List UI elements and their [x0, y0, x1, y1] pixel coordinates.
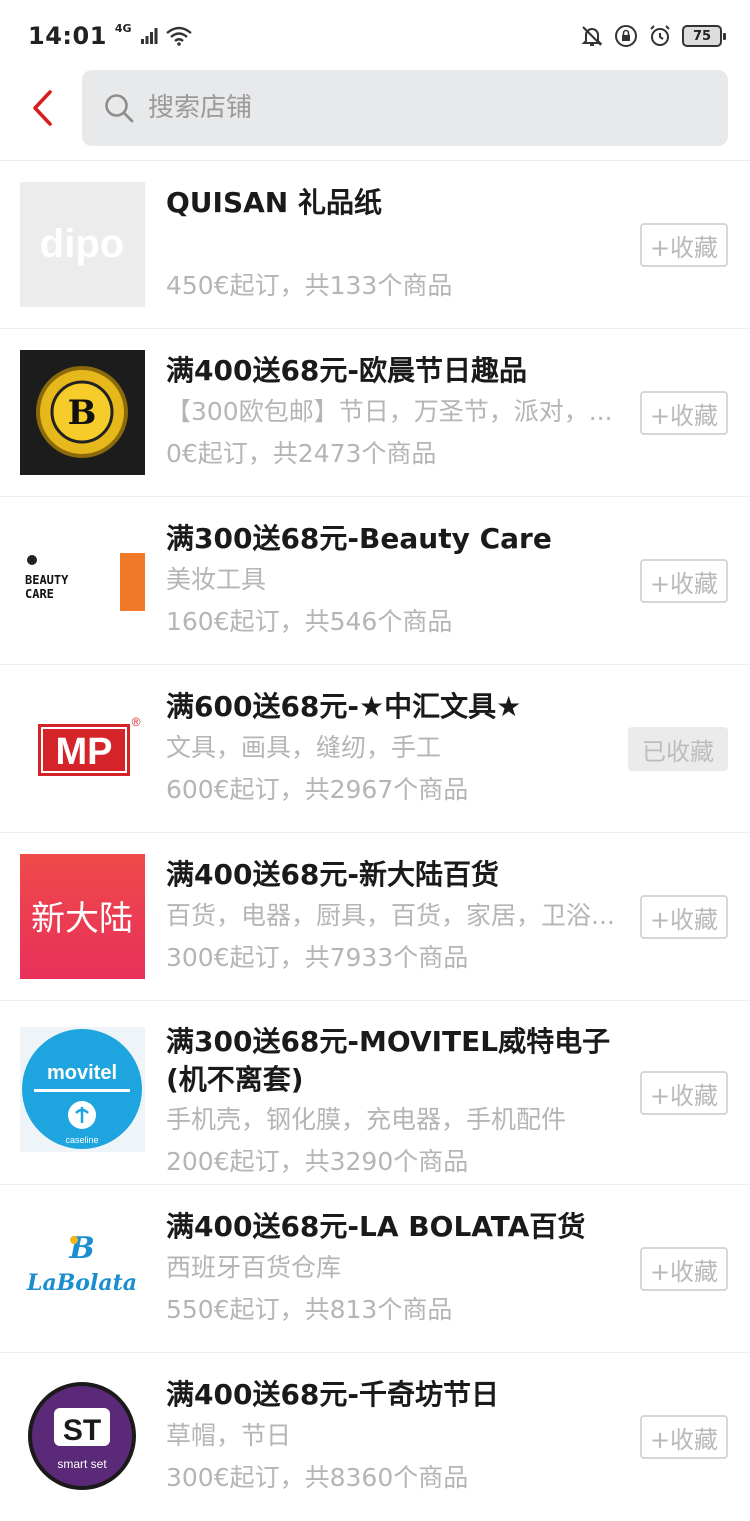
- shop-info: 满600送68元-★中汇文具★ 文具，画具，缝纫，手工 600€起订，共2967…: [166, 687, 626, 811]
- status-bar: 14:01 4G 75: [0, 0, 750, 72]
- svg-text:LaBolata: LaBolata: [26, 1270, 137, 1296]
- search-icon: [104, 93, 134, 123]
- status-left: 14:01 4G: [28, 22, 192, 50]
- ouchen-logo: B: [20, 350, 145, 475]
- shop-list: dipo QUISAN 礼品纸 450€起订，共133个商品 +收藏 B 满40…: [0, 161, 750, 1521]
- shop-row[interactable]: MP ® 满600送68元-★中汇文具★ 文具，画具，缝纫，手工 600€起订，…: [0, 665, 750, 833]
- shop-logo: B LaBolata: [20, 1206, 145, 1331]
- shop-row[interactable]: dipo QUISAN 礼品纸 450€起订，共133个商品 +收藏: [0, 161, 750, 329]
- signal-icon: [140, 27, 158, 45]
- svg-text:caseline: caseline: [65, 1135, 98, 1145]
- network-type: 4G: [114, 21, 132, 35]
- shop-logo: 新大陆: [20, 854, 145, 979]
- shop-info: 满400送68元-新大陆百货 百货，电器，厨具，百货，家居，卫浴... 300€…: [166, 855, 626, 979]
- favorited-button[interactable]: 已收藏: [628, 727, 728, 771]
- search-input[interactable]: [146, 92, 670, 124]
- svg-text:MP: MP: [56, 731, 113, 773]
- shop-info: QUISAN 礼品纸 450€起订，共133个商品: [166, 183, 626, 307]
- mp-logo: MP ®: [20, 686, 145, 811]
- shop-meta: 0€起订，共2473个商品: [166, 439, 437, 468]
- alarm-icon: [648, 24, 672, 48]
- search-box[interactable]: [82, 70, 728, 146]
- svg-text:ST: ST: [63, 1414, 101, 1447]
- battery-indicator: 75: [682, 25, 726, 47]
- svg-text:movitel: movitel: [47, 1062, 117, 1084]
- svg-text:新大陆: 新大陆: [31, 899, 133, 939]
- shop-meta: 160€起订，共546个商品: [166, 607, 453, 636]
- shop-logo: BEAUTY CARE: [20, 518, 145, 643]
- shop-info: 满300送68元-MOVITEL威特电子(机不离套) 手机壳，钢化膜，充电器，手…: [166, 1023, 626, 1183]
- favorite-button[interactable]: +收藏: [640, 223, 728, 267]
- favorite-button[interactable]: +收藏: [640, 1415, 728, 1459]
- header: [0, 70, 750, 160]
- svg-text:B: B: [68, 393, 97, 433]
- shop-info: 满400送68元-千奇坊节日 草帽，节日 300€起订，共8360个商品: [166, 1375, 626, 1499]
- shop-desc: 美妆工具: [166, 565, 267, 594]
- shop-meta: 600€起订，共2967个商品: [166, 775, 469, 804]
- shop-logo: movitel caseline: [20, 1027, 145, 1152]
- beauty-care-logo: BEAUTY CARE: [20, 518, 145, 643]
- smart-set-logo: ST smart set: [20, 1374, 145, 1499]
- shop-logo: MP ®: [20, 686, 145, 811]
- shop-name: 满400送68元-欧晨节日趣品: [166, 354, 528, 387]
- shop-name: 满300送68元-MOVITEL威特电子(机不离套): [166, 1025, 611, 1096]
- shop-name: 满600送68元-★中汇文具★: [166, 690, 522, 723]
- shop-logo: dipo: [20, 182, 145, 307]
- shop-meta: 450€起订，共133个商品: [166, 271, 453, 300]
- shop-name: 满400送68元-千奇坊节日: [166, 1378, 500, 1411]
- shop-row[interactable]: 新大陆 满400送68元-新大陆百货 百货，电器，厨具，百货，家居，卫浴... …: [0, 833, 750, 1001]
- svg-text:dipo: dipo: [40, 222, 124, 266]
- shop-desc: 草帽，节日: [166, 1421, 292, 1450]
- xindalu-logo: 新大陆: [20, 854, 145, 979]
- status-right: 75: [580, 24, 726, 48]
- shop-meta: 300€起订，共8360个商品: [166, 1463, 469, 1492]
- labolata-logo: B LaBolata: [20, 1206, 145, 1331]
- shop-meta: 550€起订，共813个商品: [166, 1295, 453, 1324]
- movitel-logo: movitel caseline: [20, 1027, 145, 1152]
- favorite-button[interactable]: +收藏: [640, 391, 728, 435]
- shop-row[interactable]: B 满400送68元-欧晨节日趣品 【300欧包邮】节日，万圣节，派对，... …: [0, 329, 750, 497]
- shop-logo: ST smart set: [20, 1374, 145, 1499]
- shop-row[interactable]: ST smart set 满400送68元-千奇坊节日 草帽，节日 300€起订…: [0, 1353, 750, 1521]
- shop-meta: 200€起订，共3290个商品: [166, 1147, 469, 1176]
- shop-info: 满300送68元-Beauty Care 美妆工具 160€起订，共546个商品: [166, 519, 626, 643]
- shop-desc: 文具，画具，缝纫，手工: [166, 733, 442, 762]
- dipo-logo: dipo: [20, 182, 145, 307]
- bell-mute-icon: [580, 24, 604, 48]
- shop-meta: 300€起订，共7933个商品: [166, 943, 469, 972]
- status-time: 14:01: [28, 22, 107, 50]
- svg-text:smart set: smart set: [57, 1457, 107, 1471]
- favorite-button[interactable]: +收藏: [640, 559, 728, 603]
- wifi-icon: [165, 26, 192, 46]
- shop-name: 满400送68元-新大陆百货: [166, 858, 500, 891]
- shop-info: 满400送68元-LA BOLATA百货 西班牙百货仓库 550€起订，共813…: [166, 1207, 626, 1331]
- shop-desc: 百货，电器，厨具，百货，家居，卫浴...: [166, 901, 615, 930]
- svg-text:B: B: [68, 1231, 94, 1266]
- shop-name: 满400送68元-LA BOLATA百货: [166, 1210, 586, 1243]
- shop-name: QUISAN 礼品纸: [166, 186, 382, 219]
- shop-desc: [166, 223, 628, 265]
- favorite-button[interactable]: +收藏: [640, 1247, 728, 1291]
- shop-desc: 【300欧包邮】节日，万圣节，派对，...: [166, 397, 613, 426]
- favorite-button[interactable]: +收藏: [640, 895, 728, 939]
- back-button[interactable]: [22, 84, 62, 132]
- shop-logo: B: [20, 350, 145, 475]
- svg-text:®: ®: [132, 715, 141, 729]
- shop-row[interactable]: movitel caseline 满300送68元-MOVITEL威特电子(机不…: [0, 1001, 750, 1185]
- chevron-left-icon: [29, 88, 55, 128]
- shop-name: 满300送68元-Beauty Care: [166, 522, 552, 555]
- lock-rotation-icon: [614, 24, 638, 48]
- shop-desc: 西班牙百货仓库: [166, 1253, 342, 1282]
- shop-desc: 手机壳，钢化膜，充电器，手机配件: [166, 1105, 567, 1134]
- shop-row[interactable]: BEAUTY CARE 满300送68元-Beauty Care 美妆工具 16…: [0, 497, 750, 665]
- shop-row[interactable]: B LaBolata 满400送68元-LA BOLATA百货 西班牙百货仓库 …: [0, 1185, 750, 1353]
- shop-info: 满400送68元-欧晨节日趣品 【300欧包邮】节日，万圣节，派对，... 0€…: [166, 351, 626, 475]
- svg-text:BEAUTY: BEAUTY: [25, 573, 69, 587]
- favorite-button[interactable]: +收藏: [640, 1071, 728, 1115]
- svg-text:CARE: CARE: [25, 587, 54, 601]
